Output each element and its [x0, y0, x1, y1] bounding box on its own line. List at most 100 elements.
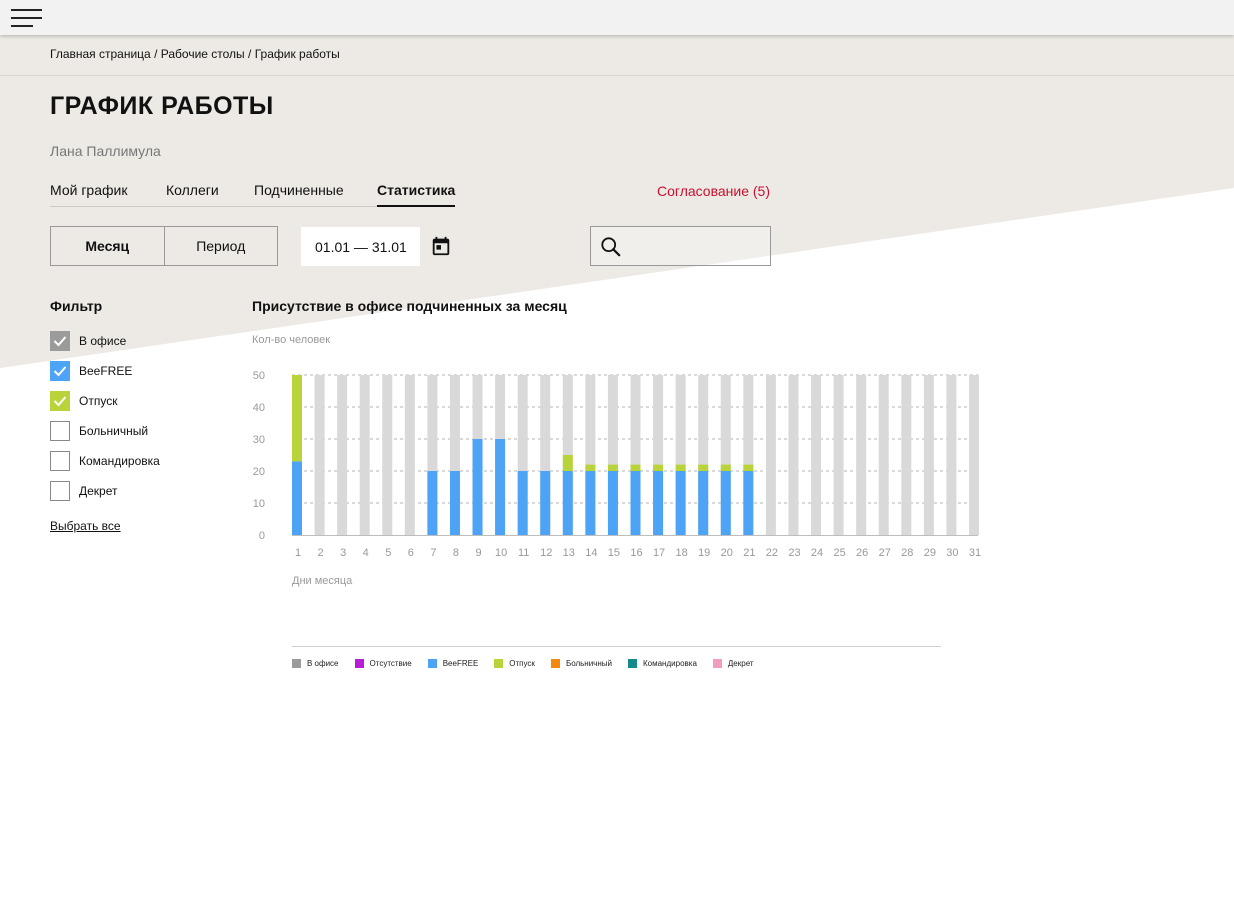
bar-segment: [472, 439, 483, 535]
filter-beefree[interactable]: BeeFREE: [50, 361, 132, 381]
legend-item: Больничный: [550, 658, 612, 668]
tab-statistics[interactable]: Статистика: [377, 182, 456, 207]
bar-background: [359, 375, 370, 535]
tab-colleagues[interactable]: Коллеги: [166, 182, 219, 205]
checkbox[interactable]: [50, 421, 70, 441]
search-input[interactable]: [629, 233, 768, 261]
filter-vacation[interactable]: Отпуск: [50, 391, 117, 411]
x-tick-label: 30: [946, 547, 958, 559]
bar-segment: [540, 471, 551, 535]
filter-label: В офисе: [79, 334, 127, 348]
tab-subordinates[interactable]: Подчиненные: [254, 182, 344, 205]
chart-x-axis-label: Дни месяца: [292, 575, 353, 587]
bar-background: [720, 375, 731, 535]
bar-background: [404, 375, 415, 535]
filter-maternity-leave[interactable]: Декрет: [50, 481, 118, 501]
x-tick-label: 28: [901, 547, 913, 559]
breadcrumb: Главная страница / Рабочие столы / Графи…: [50, 47, 340, 61]
filter-label: Командировка: [79, 454, 160, 468]
x-tick-label: 5: [385, 547, 391, 559]
bar-background: [653, 375, 664, 535]
legend-label: Командировка: [643, 658, 697, 668]
legend-label: Больничный: [565, 658, 612, 668]
y-tick-label: 50: [253, 370, 265, 382]
bar-segment: [427, 471, 438, 535]
legend-item: Декрет: [712, 658, 754, 668]
period-button[interactable]: Период: [163, 227, 278, 265]
checkbox[interactable]: [50, 361, 70, 381]
checkbox[interactable]: [50, 331, 70, 351]
x-tick-label: 26: [856, 547, 868, 559]
bar-segment: [607, 464, 618, 471]
bar-background: [675, 375, 686, 535]
bar-background: [698, 375, 709, 535]
x-tick-label: 31: [969, 547, 981, 559]
breadcrumb-desks[interactable]: Рабочие столы: [161, 47, 245, 61]
filter-in-office[interactable]: В офисе: [50, 331, 126, 351]
legend-swatch: [494, 658, 504, 668]
legend-label: Отпуск: [509, 658, 535, 668]
bar-segment: [449, 471, 460, 535]
bar-segment: [495, 439, 506, 535]
x-tick-label: 14: [585, 547, 597, 559]
bar-background: [811, 375, 822, 535]
x-tick-label: 17: [653, 547, 665, 559]
bar-segment: [562, 471, 573, 535]
select-all-link[interactable]: Выбрать все: [50, 519, 121, 533]
filter-business-trip[interactable]: Командировка: [50, 451, 160, 471]
month-button[interactable]: Месяц: [51, 227, 164, 265]
x-tick-label: 16: [630, 547, 642, 559]
legend-item: Отсутствие: [354, 658, 412, 668]
bar-segment: [585, 471, 596, 535]
tab-my-schedule[interactable]: Мой график: [50, 182, 127, 205]
filter-sick-leave[interactable]: Больничный: [50, 421, 148, 441]
bar-background: [607, 375, 618, 535]
calendar-icon[interactable]: [430, 235, 452, 257]
bar-background: [337, 375, 348, 535]
chart-title: Присутствие в офисе подчиненных за месяц: [252, 298, 567, 314]
bar-background: [788, 375, 799, 535]
menu-icon[interactable]: [11, 9, 42, 27]
bar-background: [562, 375, 573, 535]
bar-segment: [562, 455, 573, 471]
check-icon: [53, 366, 67, 377]
bar-segment: [675, 471, 686, 535]
x-tick-label: 4: [363, 547, 369, 559]
legend-label: Декрет: [727, 658, 754, 668]
y-tick-label: 20: [253, 466, 265, 478]
bar-background: [495, 375, 506, 535]
bar-segment: [720, 464, 731, 471]
x-tick-label: 1: [295, 547, 301, 559]
checkbox[interactable]: [50, 391, 70, 411]
check-icon: [53, 396, 67, 407]
legend-swatch: [354, 658, 364, 668]
checkbox[interactable]: [50, 481, 70, 501]
page-title: ГРАФИК РАБОТЫ: [50, 92, 274, 120]
legend-swatch: [292, 658, 301, 668]
bar-background: [765, 375, 776, 535]
bar-segment: [698, 464, 709, 471]
user-name: Лана Паллимула: [50, 143, 161, 159]
x-tick-label: 2: [318, 547, 324, 559]
x-tick-label: 12: [540, 547, 552, 559]
x-tick-label: 21: [743, 547, 755, 559]
x-tick-label: 18: [676, 547, 688, 559]
chart-y-axis-label: Кол-во человек: [252, 334, 331, 346]
breadcrumb-divider: [0, 75, 1234, 76]
x-tick-label: 24: [811, 547, 823, 559]
date-range-field[interactable]: 01.01 — 31.01: [301, 227, 420, 266]
x-tick-label: 3: [340, 547, 346, 559]
bar-background: [630, 375, 641, 535]
search-icon[interactable]: [600, 236, 622, 258]
x-tick-label: 25: [833, 547, 845, 559]
approval-link[interactable]: Согласование (5): [657, 183, 770, 199]
x-tick-label: 22: [766, 547, 778, 559]
y-tick-label: 40: [253, 402, 265, 414]
legend-divider: [292, 646, 941, 647]
legend-swatch: [550, 658, 560, 668]
bar-segment: [653, 471, 664, 535]
legend-item: Командировка: [628, 658, 697, 668]
checkbox[interactable]: [50, 451, 70, 471]
breadcrumb-home[interactable]: Главная страница: [50, 47, 151, 61]
y-tick-label: 0: [259, 530, 265, 542]
